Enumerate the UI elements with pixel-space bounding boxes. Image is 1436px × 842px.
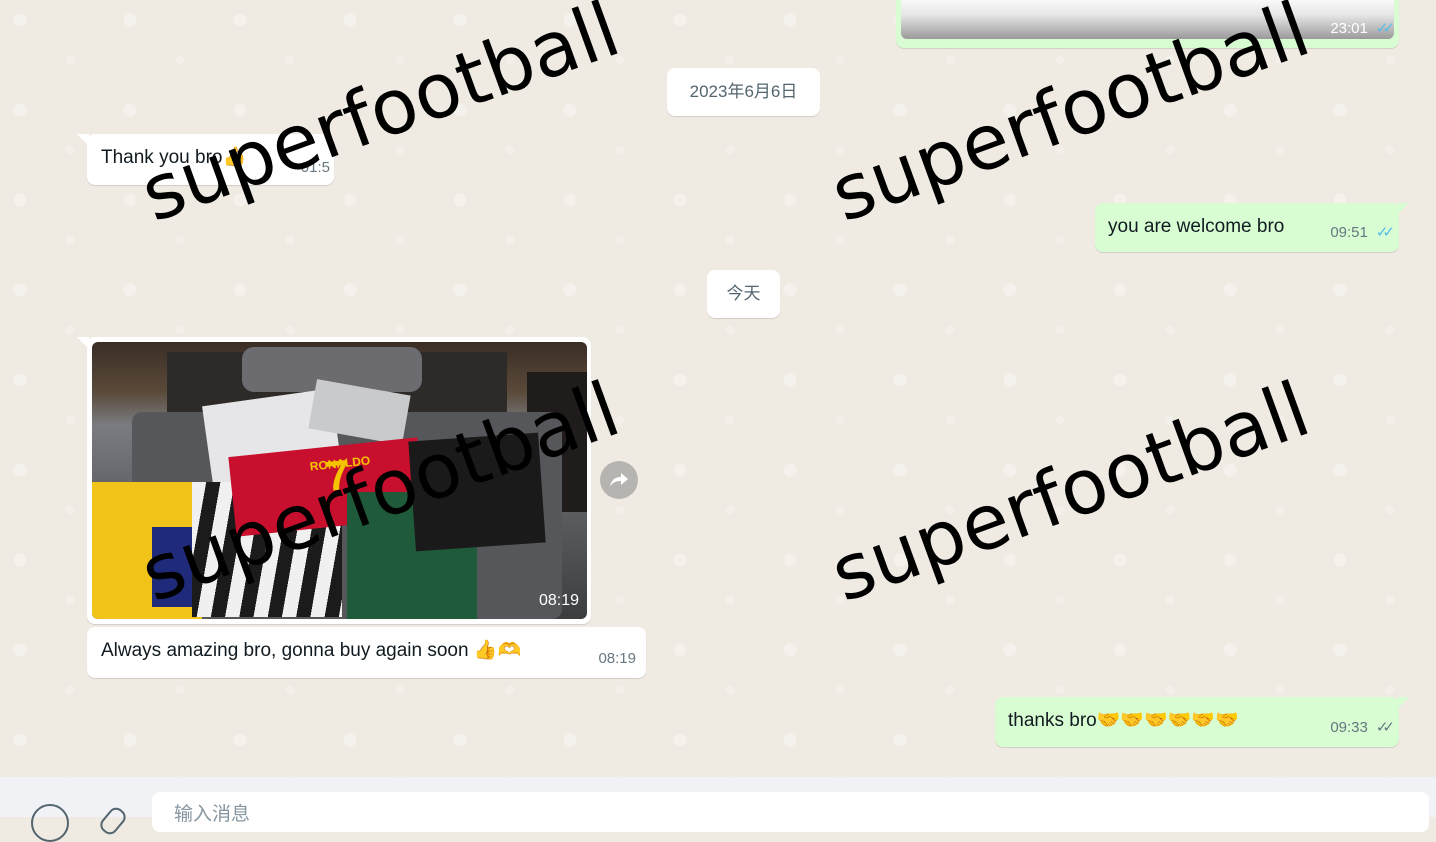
double-check-icon: ✓✓: [1375, 719, 1395, 736]
incoming-photo-message[interactable]: RONALDO 7 08:19: [77, 337, 591, 624]
date-separator: 2023年6月6日: [667, 68, 820, 116]
message-time: 08:19: [598, 650, 636, 667]
outgoing-image-message[interactable]: 23:01 ✓✓: [896, 0, 1399, 48]
attach-icon[interactable]: [97, 804, 129, 838]
black-jersey: [408, 432, 546, 552]
message-time: 23:01 ✓✓: [1330, 17, 1395, 41]
incoming-message[interactable]: Always amazing bro, gonna buy again soon…: [87, 627, 646, 678]
outgoing-message[interactable]: you are welcome bro 09:51 ✓✓: [1095, 203, 1409, 252]
message-text: you are welcome bro: [1108, 216, 1285, 237]
blue-stripe: [152, 527, 197, 607]
message-time: 01:5: [300, 159, 330, 176]
photo-image[interactable]: RONALDO 7 08:19: [92, 342, 587, 619]
image-thumbnail[interactable]: [901, 0, 1394, 39]
date-separator-today: 今天: [707, 270, 780, 318]
watermark: superfootball: [129, 0, 631, 240]
outgoing-message[interactable]: thanks bro🤝🤝🤝🤝🤝🤝 09:33 ✓✓: [995, 697, 1409, 747]
message-text: Thank you bro👍: [101, 147, 247, 168]
incoming-message[interactable]: Thank you bro👍 01:5: [77, 134, 334, 185]
photo-time: 08:19: [538, 592, 579, 609]
message-text: Always amazing bro, gonna buy again soon…: [101, 640, 522, 661]
emoji-icon[interactable]: [31, 804, 69, 842]
chat-panel: 23:01 ✓✓ 2023年6月6日 Thank you bro👍 01:5 y…: [0, 0, 1436, 777]
message-time: 09:33 ✓✓: [1330, 716, 1395, 740]
message-input[interactable]: 输入消息: [152, 792, 1429, 832]
message-text: thanks bro🤝🤝🤝🤝🤝🤝: [1008, 710, 1239, 731]
forward-icon[interactable]: [600, 461, 638, 499]
message-time: 09:51 ✓✓: [1330, 221, 1395, 245]
watermark: superfootball: [819, 364, 1321, 619]
double-check-icon: ✓✓: [1375, 224, 1395, 241]
double-check-icon: ✓✓: [1375, 20, 1395, 37]
composer-bar: 输入消息: [0, 777, 1436, 842]
